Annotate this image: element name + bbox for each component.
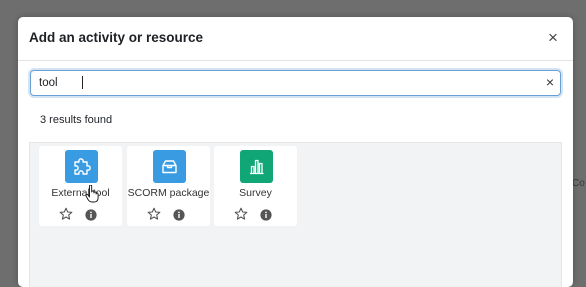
activity-card-external-tool[interactable]: External tool bbox=[39, 146, 122, 226]
backdrop-page-text: Co bbox=[572, 178, 585, 189]
activity-card-survey[interactable]: Survey bbox=[214, 146, 297, 226]
info-icon[interactable] bbox=[85, 208, 97, 221]
package-box-icon[interactable] bbox=[153, 150, 186, 183]
modal-header: Add an activity or resource × bbox=[18, 17, 573, 61]
activity-card-label[interactable]: Survey bbox=[214, 187, 297, 199]
puzzle-piece-icon[interactable] bbox=[65, 150, 98, 183]
card-actions bbox=[127, 207, 210, 221]
bar-chart-icon[interactable] bbox=[240, 150, 273, 183]
star-icon[interactable] bbox=[59, 207, 73, 221]
clear-search-button[interactable]: × bbox=[542, 73, 558, 92]
text-cursor bbox=[82, 76, 83, 89]
activity-card-label[interactable]: External tool bbox=[39, 187, 122, 199]
close-modal-button[interactable]: × bbox=[543, 28, 563, 48]
activity-card-label[interactable]: SCORM package bbox=[127, 187, 210, 199]
results-panel: External tool SCORM package Survey bbox=[29, 142, 562, 287]
modal-title: Add an activity or resource bbox=[29, 30, 204, 45]
star-icon[interactable] bbox=[147, 207, 161, 221]
info-icon[interactable] bbox=[260, 208, 272, 221]
activity-card-scorm-package[interactable]: SCORM package bbox=[127, 146, 210, 226]
card-actions bbox=[39, 207, 122, 221]
search-field[interactable]: × bbox=[30, 70, 561, 96]
info-icon[interactable] bbox=[173, 208, 185, 221]
search-input[interactable] bbox=[37, 73, 521, 92]
star-icon[interactable] bbox=[234, 207, 248, 221]
results-count: 3 results found bbox=[40, 114, 113, 126]
card-actions bbox=[214, 207, 297, 221]
add-activity-modal: Add an activity or resource × × 3 result… bbox=[18, 17, 573, 287]
